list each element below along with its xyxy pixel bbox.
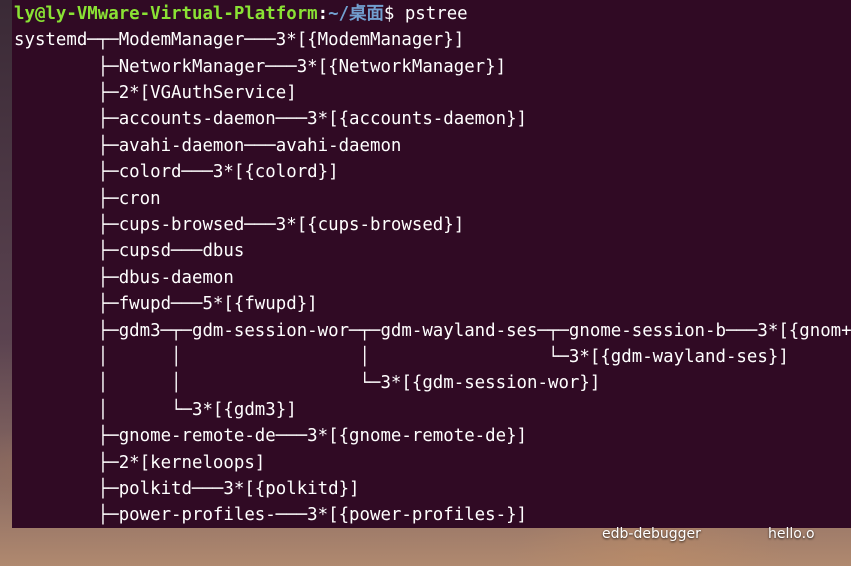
prompt-line: ly@ly-VMware-Virtual-Platform:~/桌面$ pstr… xyxy=(14,1,468,27)
output-line: ├─fwupd───5*[{fwupd}] xyxy=(14,294,318,314)
output-line: ├─NetworkManager───3*[{NetworkManager}] xyxy=(14,57,507,77)
output-line: │ │ └─3*[{gdm-session-wor}] xyxy=(14,373,601,393)
output-line: ├─2*[VGAuthService] xyxy=(14,83,297,103)
output-line: ├─accounts-daemon───3*[{accounts-daemon}… xyxy=(14,109,528,129)
prompt-symbol: $ xyxy=(383,4,405,24)
prompt-user-host: ly@ly-VMware-Virtual-Platform xyxy=(14,4,318,24)
desktop-icon-hello-o[interactable]: hello.o xyxy=(768,526,815,542)
output-line: ├─avahi-daemon───avahi-daemon xyxy=(14,136,402,156)
prompt-path: ~/桌面 xyxy=(328,4,384,24)
prompt-separator: : xyxy=(317,4,329,24)
output-line: ├─cron xyxy=(14,189,161,209)
output-line: ├─cups-browsed───3*[{cups-browsed}] xyxy=(14,215,465,235)
desktop-icon-edb-debugger[interactable]: edb-debugger xyxy=(602,526,701,542)
output-line: │ │ │ └─3*[{gdm-wayland-ses}] xyxy=(14,347,789,367)
output-line: systemd─┬─ModemManager───3*[{ModemManage… xyxy=(14,30,465,50)
output-line: ├─colord───3*[{colord}] xyxy=(14,162,339,182)
output-line: ├─gnome-remote-de───3*[{gnome-remote-de}… xyxy=(14,426,528,446)
output-line: ├─polkitd───3*[{polkitd}] xyxy=(14,479,360,499)
output-line: ├─gdm3─┬─gdm-session-wor─┬─gdm-wayland-s… xyxy=(14,321,851,341)
output-line: ├─power-profiles-───3*[{power-profiles-}… xyxy=(14,505,528,525)
output-line: │ └─3*[{gdm3}] xyxy=(14,400,297,420)
output-line: ├─dbus-daemon xyxy=(14,268,234,288)
desktop: ly@ly-VMware-Virtual-Platform:~/桌面$ pstr… xyxy=(0,0,851,566)
command-text: pstree xyxy=(404,4,468,24)
output-line: ├─2*[kerneloops] xyxy=(14,453,266,473)
output-line: ├─cupsd───dbus xyxy=(14,241,245,261)
terminal-window[interactable]: ly@ly-VMware-Virtual-Platform:~/桌面$ pstr… xyxy=(12,0,851,528)
